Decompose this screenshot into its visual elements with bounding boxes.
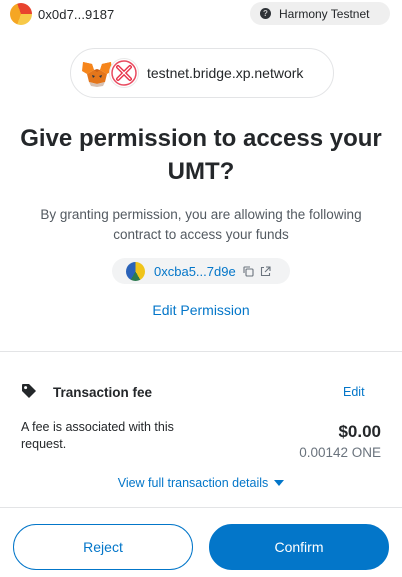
- tag-icon: [22, 384, 36, 398]
- view-details-label: View full transaction details: [117, 476, 269, 490]
- network-icon: ?: [260, 8, 271, 19]
- account-avatar: [10, 3, 32, 25]
- transaction-fee-title: Transaction fee: [53, 385, 153, 400]
- origin-icons: [81, 58, 139, 88]
- top-bar: 0x0d7...9187 ? Harmony Testnet: [0, 0, 402, 27]
- fee-fiat-amount: $0.00: [338, 422, 381, 441]
- divider: [0, 507, 402, 508]
- copy-icon[interactable]: [243, 265, 254, 277]
- confirm-button[interactable]: Confirm: [209, 524, 389, 570]
- reject-button[interactable]: Reject: [13, 524, 193, 570]
- account-address: 0x0d7...9187: [38, 6, 115, 22]
- fee-note: A fee is associated with this request.: [21, 420, 174, 451]
- view-transaction-details-link[interactable]: View full transaction details: [0, 476, 402, 490]
- page-title: Give permission to access your UMT?: [0, 122, 402, 188]
- edit-permission-link[interactable]: Edit Permission: [0, 302, 402, 318]
- network-label: Harmony Testnet: [279, 6, 370, 21]
- edit-fee-link[interactable]: Edit: [343, 385, 365, 399]
- site-origin-pill: testnet.bridge.xp.network: [70, 48, 334, 98]
- open-external-icon[interactable]: [260, 265, 271, 277]
- contract-address-pill: 0xcba5...7d9e: [112, 258, 290, 284]
- contract-identicon: [126, 261, 145, 281]
- caret-down-icon: [274, 480, 285, 486]
- transaction-fee-section: Transaction fee Edit A fee is associated…: [0, 352, 402, 507]
- fee-native-amount: 0.00142 ONE: [299, 445, 381, 460]
- xp-network-logo-icon: [109, 58, 139, 88]
- account-selector[interactable]: 0x0d7...9187: [10, 3, 114, 25]
- permission-description: By granting permission, you are allowing…: [40, 207, 362, 242]
- contract-address[interactable]: 0xcba5...7d9e: [154, 264, 236, 279]
- page-title-line-2: UMT?: [167, 158, 235, 185]
- site-origin-text: testnet.bridge.xp.network: [147, 65, 304, 81]
- network-selector[interactable]: ? Harmony Testnet: [250, 2, 390, 25]
- page-title-line-1: Give permission to access your: [20, 125, 382, 152]
